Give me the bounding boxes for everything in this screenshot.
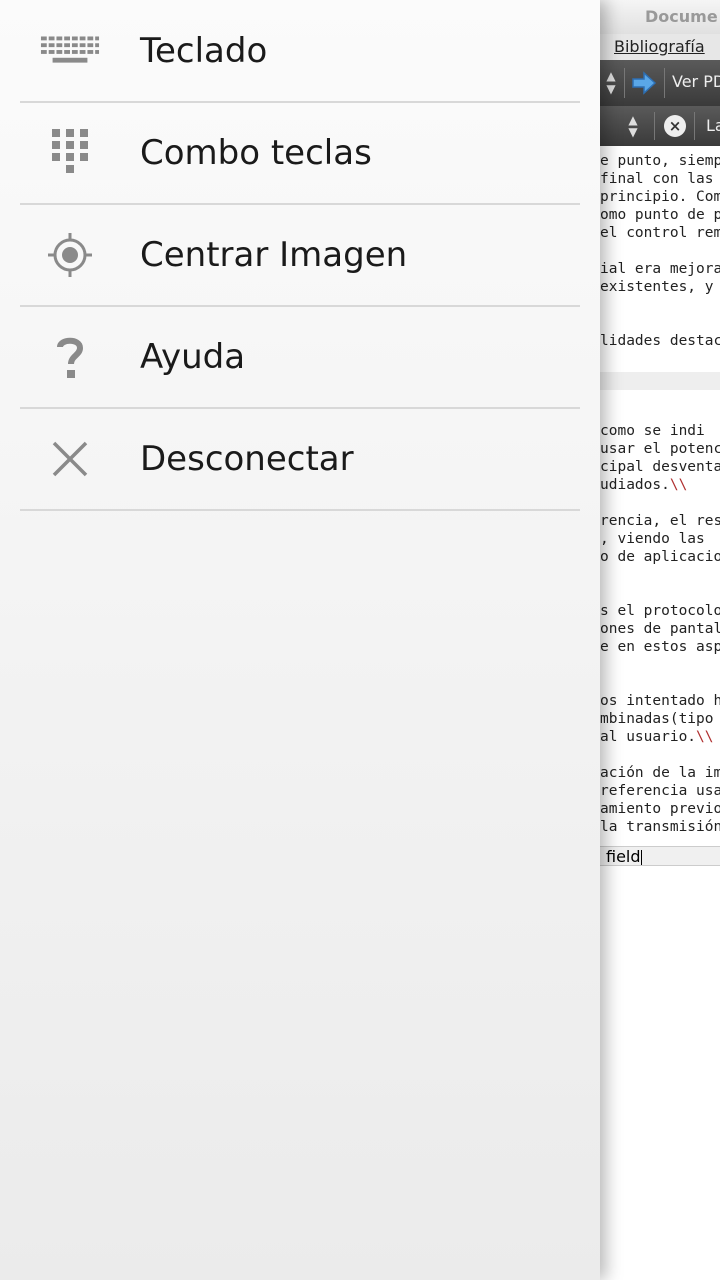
locate-target-icon xyxy=(40,232,100,277)
forward-arrow-icon[interactable] xyxy=(630,70,658,96)
toolbar-separator xyxy=(624,68,625,98)
toolbar-separator xyxy=(654,112,655,140)
field-text: field xyxy=(606,847,641,866)
menu-bibliografia[interactable]: Bibliografía xyxy=(600,34,720,60)
code-line: como se indi xyxy=(600,423,705,439)
help-icon xyxy=(40,337,100,378)
code-line: usar el potenc xyxy=(600,441,720,457)
code-line: e punto, siemp xyxy=(600,153,720,169)
close-circle-icon[interactable]: × xyxy=(664,115,686,137)
close-icon xyxy=(40,439,100,479)
menu-item-key-combo[interactable]: Combo teclas xyxy=(20,102,580,205)
code-line: omo punto de p xyxy=(600,207,720,223)
code-line: al usuario.\\ xyxy=(600,729,714,745)
code-line: la transmisión xyxy=(600,819,720,835)
code-line: principio. Com xyxy=(600,189,720,205)
code-line: el control rem xyxy=(600,225,720,241)
editor-separator-band xyxy=(600,372,720,390)
toolbar-separator xyxy=(694,112,695,140)
code-line: ial era mejora xyxy=(600,261,720,277)
code-line: s el protocolo xyxy=(600,603,720,619)
menu-item-label: Ayuda xyxy=(140,336,246,377)
code-line: cipal desventa xyxy=(600,459,720,475)
field-input[interactable]: field xyxy=(600,846,720,866)
navigation-drawer: Teclado Combo teclas Centrar Imagen Ayud… xyxy=(0,0,600,1280)
editor-empty-area xyxy=(600,866,720,1280)
spinner-icon[interactable]: ▲ ▼ xyxy=(602,70,620,96)
keyboard-icon xyxy=(40,31,100,71)
toolbar-label: La xyxy=(706,116,720,135)
menu-bibliografia-label: Bibliografía xyxy=(614,37,705,56)
code-line: udiados.\\ xyxy=(600,477,688,493)
code-line: ación de la im xyxy=(600,765,720,781)
code-line: o de aplicacio xyxy=(600,549,720,565)
remote-toolbar-secondary: ▲ ▼ × La xyxy=(600,106,720,146)
menu-item-help[interactable]: Ayuda xyxy=(20,306,580,409)
spinner-icon[interactable]: ▲ ▼ xyxy=(626,114,640,138)
view-pdf-button[interactable]: Ver PD xyxy=(672,72,720,91)
menu-item-label: Combo teclas xyxy=(140,132,372,173)
code-line: final con las xyxy=(600,171,714,187)
menu-item-label: Teclado xyxy=(140,30,268,71)
code-line: existentes, y xyxy=(600,279,714,295)
text-editor[interactable]: e punto, siemp final con las principio. Co… xyxy=(600,146,720,846)
toolbar-separator xyxy=(664,68,665,98)
window-title: Docume xyxy=(600,0,720,34)
code-line: , viendo las xyxy=(600,531,705,547)
code-line: amiento previo xyxy=(600,801,720,817)
remote-desktop-view[interactable]: Docume Bibliografía ▲ ▼ Ver PD ▲ ▼ × La e … xyxy=(600,0,720,1280)
code-line: rencia, el res xyxy=(600,513,720,529)
code-line: referencia usa xyxy=(600,783,720,799)
menu-item-label: Centrar Imagen xyxy=(140,234,408,275)
menu-item-label: Desconectar xyxy=(140,438,354,479)
code-line: ones de pantal xyxy=(600,621,720,637)
menu-item-keyboard[interactable]: Teclado xyxy=(20,0,580,103)
menu-item-disconnect[interactable]: Desconectar xyxy=(20,408,580,511)
code-line: e en estos asp xyxy=(600,639,720,655)
code-line: os intentado h xyxy=(600,693,720,709)
menu-item-center-image[interactable]: Centrar Imagen xyxy=(20,204,580,307)
code-line: lidades destac xyxy=(600,333,720,349)
keypad-icon xyxy=(40,128,100,173)
remote-toolbar: ▲ ▼ Ver PD xyxy=(600,60,720,106)
code-line: mbinadas(tipo xyxy=(600,711,714,727)
text-cursor xyxy=(640,850,642,865)
